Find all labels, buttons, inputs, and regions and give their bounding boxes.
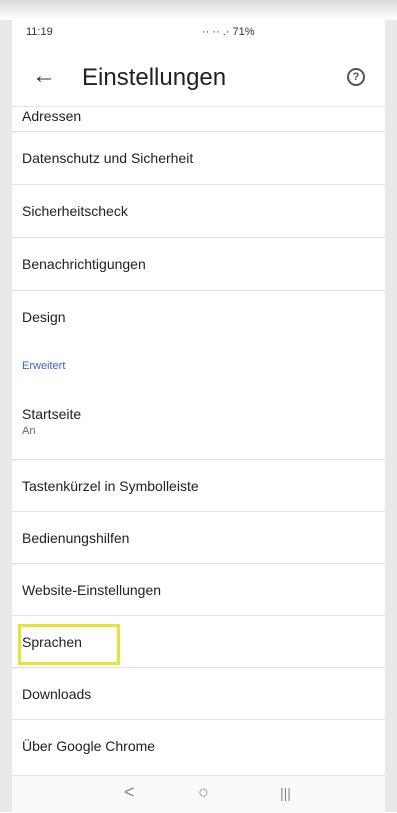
section-header-label: Erweitert	[22, 360, 66, 372]
settings-item-adressen[interactable]: Adressen	[12, 106, 385, 132]
settings-item-label: Bedienungshilfen	[22, 530, 130, 546]
settings-item-bedienungshilfen[interactable]: Bedienungshilfen	[12, 512, 385, 564]
nav-recents-icon[interactable]: |||	[280, 785, 291, 801]
settings-item-label: Datenschutz und Sicherheit	[22, 150, 194, 166]
settings-item-label: Benachrichtigungen	[22, 256, 146, 272]
settings-item-sublabel: An	[22, 425, 36, 437]
nav-back-icon[interactable]: <	[124, 782, 135, 803]
arrow-left-icon[interactable]: ←	[32, 62, 56, 90]
top-shadow	[0, 0, 397, 20]
page-title: Einstellungen	[82, 64, 227, 91]
status-indicators: ·· ·· .· 71%	[202, 26, 255, 38]
status-bar: 11:19 ·· ·· .· 71%	[20, 26, 377, 46]
settings-list: Adressen Datenschutz und Sicherheit Sich…	[12, 106, 385, 771]
settings-item-tastenkuerzel[interactable]: Tastenkürzel in Symbolleiste	[12, 460, 385, 512]
settings-item-ueber-chrome[interactable]: Über Google Chrome	[12, 720, 385, 771]
help-circle-icon[interactable]: ?	[347, 68, 365, 86]
settings-item-website-einstellungen[interactable]: Website-Einstellungen	[12, 564, 385, 616]
status-time: 11:19	[26, 26, 53, 38]
system-nav-bar: < ○ |||	[12, 775, 385, 813]
settings-item-benachrichtigungen[interactable]: Benachrichtigungen	[12, 238, 385, 291]
settings-item-label: Über Google Chrome	[22, 738, 156, 754]
settings-item-label: Tastenkürzel in Symbolleiste	[22, 478, 199, 494]
settings-item-label: Sicherheitscheck	[22, 203, 128, 219]
section-header-erweitert: Erweitert	[12, 344, 385, 390]
settings-item-label: Website-Einstellungen	[22, 582, 162, 598]
highlight-box	[18, 624, 120, 665]
nav-home-icon[interactable]: ○	[198, 782, 209, 803]
settings-item-sicherheitscheck[interactable]: Sicherheitscheck	[12, 185, 385, 238]
app-bar: ← Einstellungen ?	[12, 52, 385, 107]
settings-item-label: Design	[22, 309, 66, 325]
settings-item-startseite[interactable]: Startseite An	[12, 390, 385, 460]
settings-item-datenschutz[interactable]: Datenschutz und Sicherheit	[12, 132, 385, 185]
settings-item-downloads[interactable]: Downloads	[12, 668, 385, 720]
settings-item-label: Downloads	[22, 686, 92, 702]
settings-item-label: Adressen	[22, 108, 82, 124]
settings-item-design[interactable]: Design	[12, 291, 385, 344]
settings-item-label: Startseite	[22, 406, 82, 422]
